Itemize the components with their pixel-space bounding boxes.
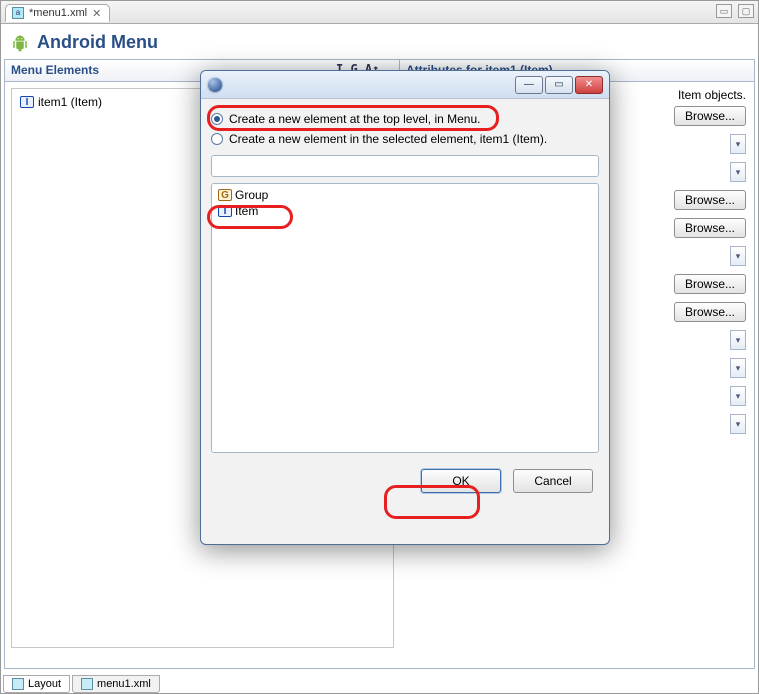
maximize-editor-icon[interactable]: ▢ xyxy=(738,4,754,18)
group-badge-icon: G xyxy=(218,189,232,201)
radio-label: Create a new element in the selected ele… xyxy=(229,132,547,146)
bottom-tabs: Layout menu1.xml xyxy=(3,675,160,693)
chevron-down-icon[interactable]: ▾ xyxy=(730,330,746,350)
minimize-editor-icon[interactable]: ▭ xyxy=(716,4,732,18)
create-element-dialog: — ▭ ✕ Create a new element at the top le… xyxy=(200,70,610,545)
list-item-label: Item xyxy=(235,204,258,218)
tab-label: *menu1.xml xyxy=(29,7,87,19)
file-tab-icon xyxy=(81,678,93,690)
tab-layout[interactable]: Layout xyxy=(3,675,70,693)
layout-tab-icon xyxy=(12,678,24,690)
window-maximize-button[interactable]: ▭ xyxy=(545,76,573,94)
filter-input[interactable] xyxy=(211,155,599,177)
tab-label: Layout xyxy=(28,678,61,690)
ok-button[interactable]: OK xyxy=(421,469,501,493)
radio-icon xyxy=(211,133,223,145)
browse-button[interactable]: Browse... xyxy=(674,274,746,294)
chevron-down-icon[interactable]: ▾ xyxy=(730,414,746,434)
editor-tab[interactable]: a *menu1.xml ✕ xyxy=(5,4,110,22)
browse-button[interactable]: Browse... xyxy=(674,218,746,238)
close-icon[interactable]: ✕ xyxy=(92,7,101,20)
radio-selected-element[interactable]: Create a new element in the selected ele… xyxy=(211,129,599,149)
radio-top-level[interactable]: Create a new element at the top level, i… xyxy=(211,109,599,129)
cancel-button[interactable]: Cancel xyxy=(513,469,593,493)
browse-button[interactable]: Browse... xyxy=(674,302,746,322)
window-minimize-button[interactable]: — xyxy=(515,76,543,94)
tab-label: menu1.xml xyxy=(97,678,151,690)
editor-tabbar: a *menu1.xml ✕ ▭ ▢ xyxy=(1,1,758,24)
chevron-down-icon[interactable]: ▾ xyxy=(730,386,746,406)
android-icon xyxy=(11,34,29,52)
page-title: Android Menu xyxy=(37,32,158,53)
browse-button[interactable]: Browse... xyxy=(674,106,746,126)
radio-label: Create a new element at the top level, i… xyxy=(229,112,480,126)
file-icon: a xyxy=(12,7,24,19)
chevron-down-icon[interactable]: ▾ xyxy=(730,162,746,182)
window-close-button[interactable]: ✕ xyxy=(575,76,603,94)
chevron-down-icon[interactable]: ▾ xyxy=(730,134,746,154)
item-badge-icon: I xyxy=(218,205,232,217)
chevron-down-icon[interactable]: ▾ xyxy=(730,358,746,378)
attributes-info: Item objects. xyxy=(678,88,746,102)
radio-icon xyxy=(211,113,223,125)
tree-item-label: item1 (Item) xyxy=(38,95,102,109)
editor-toolbar-right: ▭ ▢ xyxy=(716,4,754,18)
browse-button[interactable]: Browse... xyxy=(674,190,746,210)
list-item-group[interactable]: G Group xyxy=(216,187,594,203)
dialog-buttons: OK Cancel xyxy=(201,453,609,507)
list-item-label: Group xyxy=(235,188,268,202)
item-badge-icon: I xyxy=(20,96,34,108)
chevron-down-icon[interactable]: ▾ xyxy=(730,246,746,266)
title-row: Android Menu xyxy=(1,24,758,59)
tab-source[interactable]: menu1.xml xyxy=(72,675,160,693)
dialog-titlebar[interactable]: — ▭ ✕ xyxy=(201,71,609,99)
eclipse-app-icon xyxy=(207,77,223,93)
dialog-body: Create a new element at the top level, i… xyxy=(201,99,609,453)
element-type-list[interactable]: G Group I Item xyxy=(211,183,599,453)
list-item-item[interactable]: I Item xyxy=(216,203,594,219)
